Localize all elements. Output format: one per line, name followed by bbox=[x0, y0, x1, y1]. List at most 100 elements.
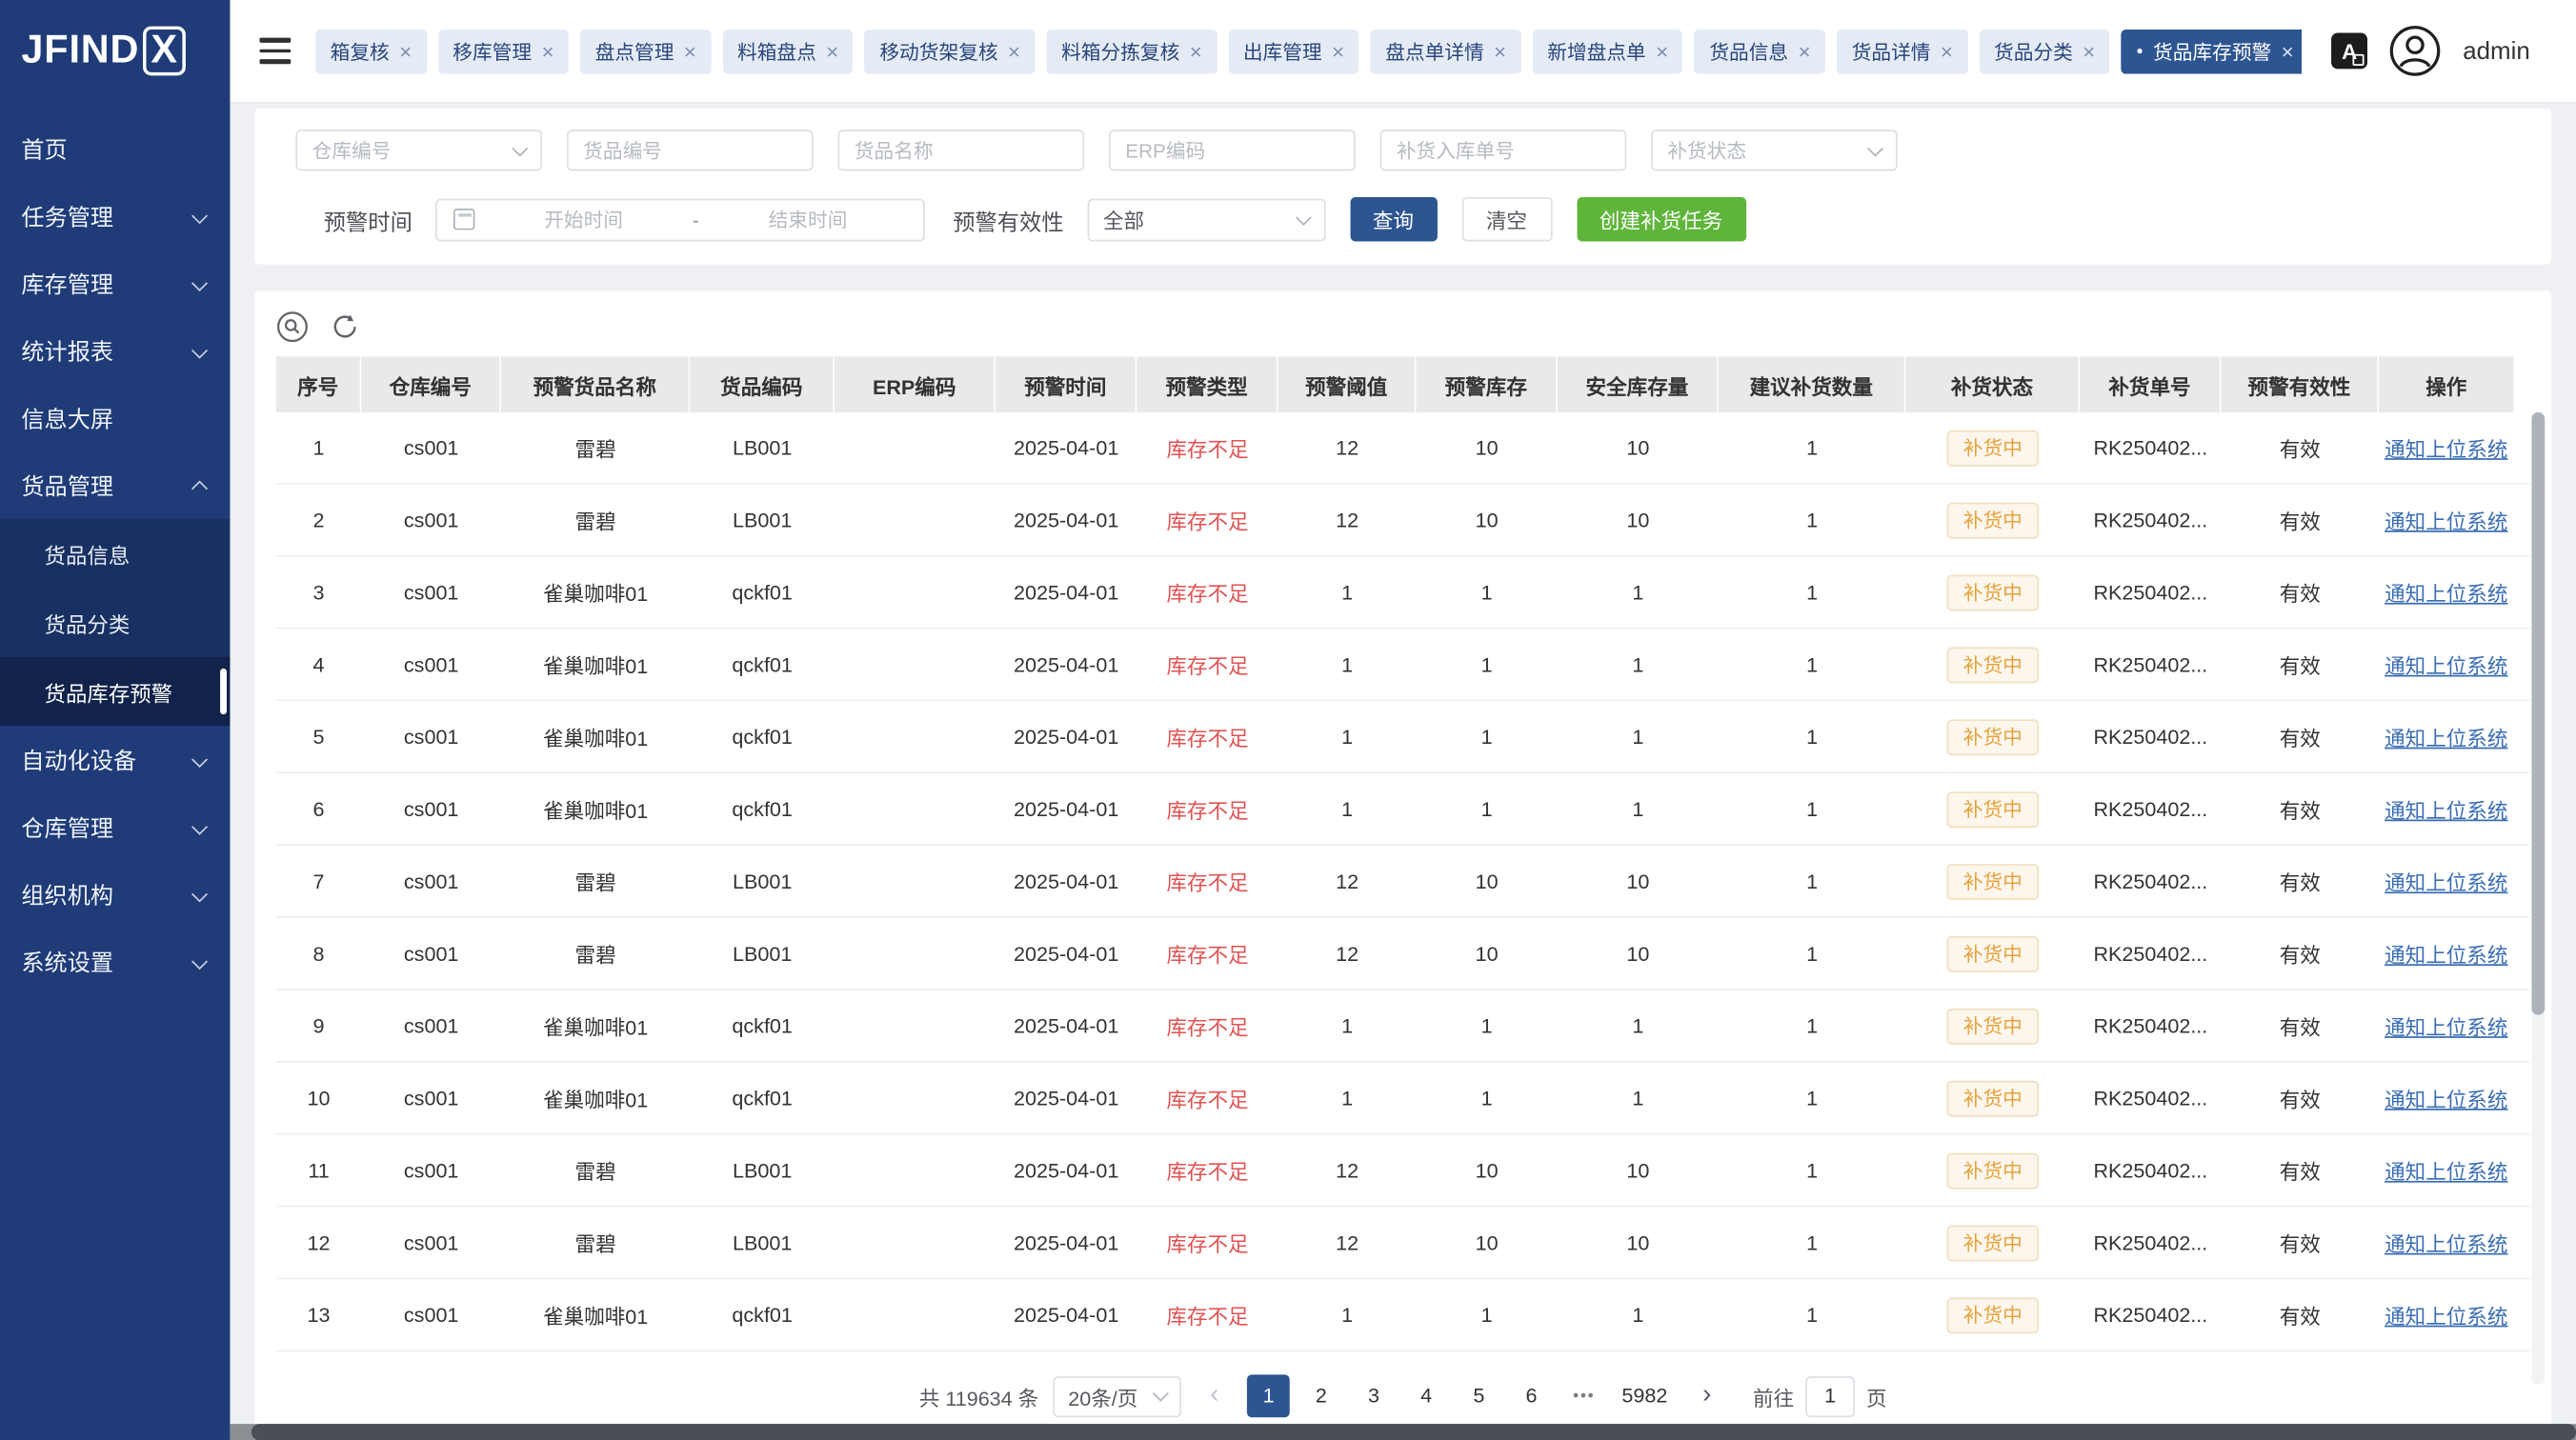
filter-input-货品编号[interactable]: 货品编号 bbox=[567, 130, 814, 170]
cell-预警时间: 2025-04-01 bbox=[996, 918, 1137, 989]
sidebar-item-货品库存预警[interactable]: 货品库存预警 bbox=[0, 657, 230, 726]
warning-type-text: 库存不足 bbox=[1166, 1082, 1248, 1113]
avatar[interactable] bbox=[2389, 25, 2442, 77]
page-size-select[interactable]: 20条/页 bbox=[1054, 1375, 1182, 1416]
tab-close-icon[interactable]: × bbox=[1190, 40, 1202, 61]
tab-close-icon[interactable]: × bbox=[1656, 40, 1668, 61]
notify-upper-system-link[interactable]: 通知上位系统 bbox=[2385, 1299, 2507, 1330]
sidebar-item-货品分类[interactable]: 货品分类 bbox=[0, 588, 230, 656]
tab-货品分类[interactable]: 货品分类× bbox=[1980, 29, 2110, 73]
tab-close-icon[interactable]: × bbox=[1008, 40, 1020, 61]
notify-upper-system-link[interactable]: 通知上位系统 bbox=[2385, 866, 2507, 897]
notify-upper-system-link[interactable]: 通知上位系统 bbox=[2385, 721, 2507, 752]
cell-仓库编号: cs001 bbox=[361, 918, 501, 989]
language-switch-icon[interactable]: A bbox=[2331, 32, 2367, 69]
notify-upper-system-link[interactable]: 通知上位系统 bbox=[2385, 938, 2507, 970]
vertical-scrollbar[interactable] bbox=[2531, 412, 2545, 1385]
notify-upper-system-link[interactable]: 通知上位系统 bbox=[2385, 1010, 2507, 1042]
page-button-2[interactable]: 2 bbox=[1299, 1374, 1342, 1417]
cell-预警货品名称: 雷碧 bbox=[501, 485, 690, 555]
tab-料箱分拣复核[interactable]: 料箱分拣复核× bbox=[1047, 29, 1218, 73]
notify-upper-system-link[interactable]: 通知上位系统 bbox=[2385, 1154, 2507, 1186]
sidebar-item-label: 自动化设备 bbox=[21, 743, 136, 775]
cell-补货单号: RK250402... bbox=[2080, 557, 2221, 628]
tab-close-icon[interactable]: × bbox=[826, 40, 838, 61]
page-button-4[interactable]: 4 bbox=[1405, 1374, 1448, 1417]
tab-close-icon[interactable]: × bbox=[2282, 40, 2294, 61]
cell-仓库编号: cs001 bbox=[361, 701, 501, 771]
filter-input-补货入库单号[interactable]: 补货入库单号 bbox=[1380, 130, 1627, 170]
page-button-1[interactable]: 1 bbox=[1247, 1374, 1290, 1417]
filter-input-货品名称[interactable]: 货品名称 bbox=[837, 130, 1084, 170]
tab-新增盘点单[interactable]: 新增盘点单× bbox=[1533, 29, 1683, 73]
notify-upper-system-link[interactable]: 通知上位系统 bbox=[2385, 432, 2507, 464]
sidebar-item-库存管理[interactable]: 库存管理 bbox=[0, 250, 230, 317]
page-button-5982[interactable]: 5982 bbox=[1616, 1374, 1675, 1417]
collapse-sidebar-icon[interactable] bbox=[259, 38, 291, 64]
pagination-ellipsis[interactable]: ••• bbox=[1562, 1374, 1605, 1417]
tab-close-icon[interactable]: × bbox=[1941, 40, 1953, 61]
page-button-6[interactable]: 6 bbox=[1510, 1374, 1553, 1417]
tab-箱复核[interactable]: 箱复核× bbox=[315, 29, 427, 73]
tab-close-icon[interactable]: × bbox=[399, 40, 412, 61]
tab-close-icon[interactable]: × bbox=[1332, 40, 1344, 61]
tab-料箱盘点[interactable]: 料箱盘点× bbox=[722, 29, 853, 73]
sidebar-item-系统设置[interactable]: 系统设置 bbox=[0, 928, 230, 995]
cell-补货单号: RK250402... bbox=[2080, 629, 2221, 699]
sidebar-item-首页[interactable]: 首页 bbox=[0, 115, 230, 183]
refresh-icon[interactable] bbox=[329, 310, 361, 343]
notify-upper-system-link[interactable]: 通知上位系统 bbox=[2385, 1082, 2507, 1113]
warning-validity-select[interactable]: 全部 bbox=[1087, 198, 1325, 241]
tab-货品信息[interactable]: 货品信息× bbox=[1695, 29, 1825, 73]
search-icon[interactable] bbox=[276, 310, 309, 343]
prev-page-button[interactable]: ‹ bbox=[1197, 1374, 1233, 1417]
horizontal-scrollbar-thumb[interactable] bbox=[252, 1424, 2576, 1440]
tab-close-icon[interactable]: × bbox=[1494, 40, 1506, 61]
column-header-补货单号: 补货单号 bbox=[2080, 356, 2221, 412]
cell-ERP编码 bbox=[835, 1208, 996, 1278]
cell-补货状态: 补货中 bbox=[1905, 1135, 2080, 1206]
tab-移库管理[interactable]: 移库管理× bbox=[438, 29, 569, 73]
sidebar-item-组织机构[interactable]: 组织机构 bbox=[0, 861, 230, 929]
warning-time-range-input[interactable]: 开始时间 - 结束时间 bbox=[435, 198, 925, 241]
next-page-button[interactable]: › bbox=[1689, 1374, 1725, 1417]
tab-盘点单详情[interactable]: 盘点单详情× bbox=[1371, 29, 1521, 73]
notify-upper-system-link[interactable]: 通知上位系统 bbox=[2385, 504, 2507, 535]
sidebar-item-统计报表[interactable]: 统计报表 bbox=[0, 317, 230, 385]
notify-upper-system-link[interactable]: 通知上位系统 bbox=[2385, 576, 2507, 608]
tab-货品库存预警[interactable]: ●货品库存预警× bbox=[2122, 29, 2302, 73]
filter-input-ERP编码[interactable]: ERP编码 bbox=[1109, 130, 1356, 170]
notify-upper-system-link[interactable]: 通知上位系统 bbox=[2385, 1227, 2507, 1258]
tab-close-icon[interactable]: × bbox=[2083, 40, 2095, 61]
sidebar-item-任务管理[interactable]: 任务管理 bbox=[0, 182, 230, 250]
cell-补货状态: 补货中 bbox=[1905, 557, 2080, 628]
clear-button[interactable]: 清空 bbox=[1461, 197, 1552, 242]
sidebar-item-label: 任务管理 bbox=[21, 200, 113, 232]
page-button-5[interactable]: 5 bbox=[1458, 1374, 1500, 1417]
search-button[interactable]: 查询 bbox=[1350, 197, 1437, 242]
page-button-3[interactable]: 3 bbox=[1353, 1374, 1396, 1417]
validity-selected-value: 全部 bbox=[1103, 204, 1144, 235]
tab-close-icon[interactable]: × bbox=[541, 40, 553, 61]
filter-input-仓库编号[interactable]: 仓库编号 bbox=[295, 130, 542, 170]
tab-出库管理[interactable]: 出库管理× bbox=[1228, 29, 1358, 73]
tab-货品详情[interactable]: 货品详情× bbox=[1837, 29, 1967, 73]
sidebar-item-信息大屏[interactable]: 信息大屏 bbox=[0, 385, 230, 452]
column-header-预警时间: 预警时间 bbox=[996, 356, 1137, 412]
tab-close-icon[interactable]: × bbox=[1798, 40, 1810, 61]
notify-upper-system-link[interactable]: 通知上位系统 bbox=[2385, 649, 2507, 680]
sidebar-item-仓库管理[interactable]: 仓库管理 bbox=[0, 793, 230, 861]
goto-page-input[interactable] bbox=[1805, 1375, 1855, 1416]
filter-input-补货状态[interactable]: 补货状态 bbox=[1651, 130, 1898, 170]
tab-盘点管理[interactable]: 盘点管理× bbox=[580, 29, 711, 73]
tab-移动货架复核[interactable]: 移动货架复核× bbox=[865, 29, 1036, 73]
vertical-scrollbar-thumb[interactable] bbox=[2531, 412, 2545, 1015]
cell-安全库存量: 10 bbox=[1558, 1208, 1719, 1278]
tab-close-icon[interactable]: × bbox=[684, 40, 696, 61]
horizontal-scrollbar[interactable] bbox=[230, 1424, 2576, 1440]
sidebar-item-货品管理[interactable]: 货品管理 bbox=[0, 451, 230, 519]
notify-upper-system-link[interactable]: 通知上位系统 bbox=[2385, 793, 2507, 825]
create-replenish-task-button[interactable]: 创建补货任务 bbox=[1577, 197, 1746, 242]
sidebar-item-自动化设备[interactable]: 自动化设备 bbox=[0, 726, 230, 793]
sidebar-item-货品信息[interactable]: 货品信息 bbox=[0, 519, 230, 588]
